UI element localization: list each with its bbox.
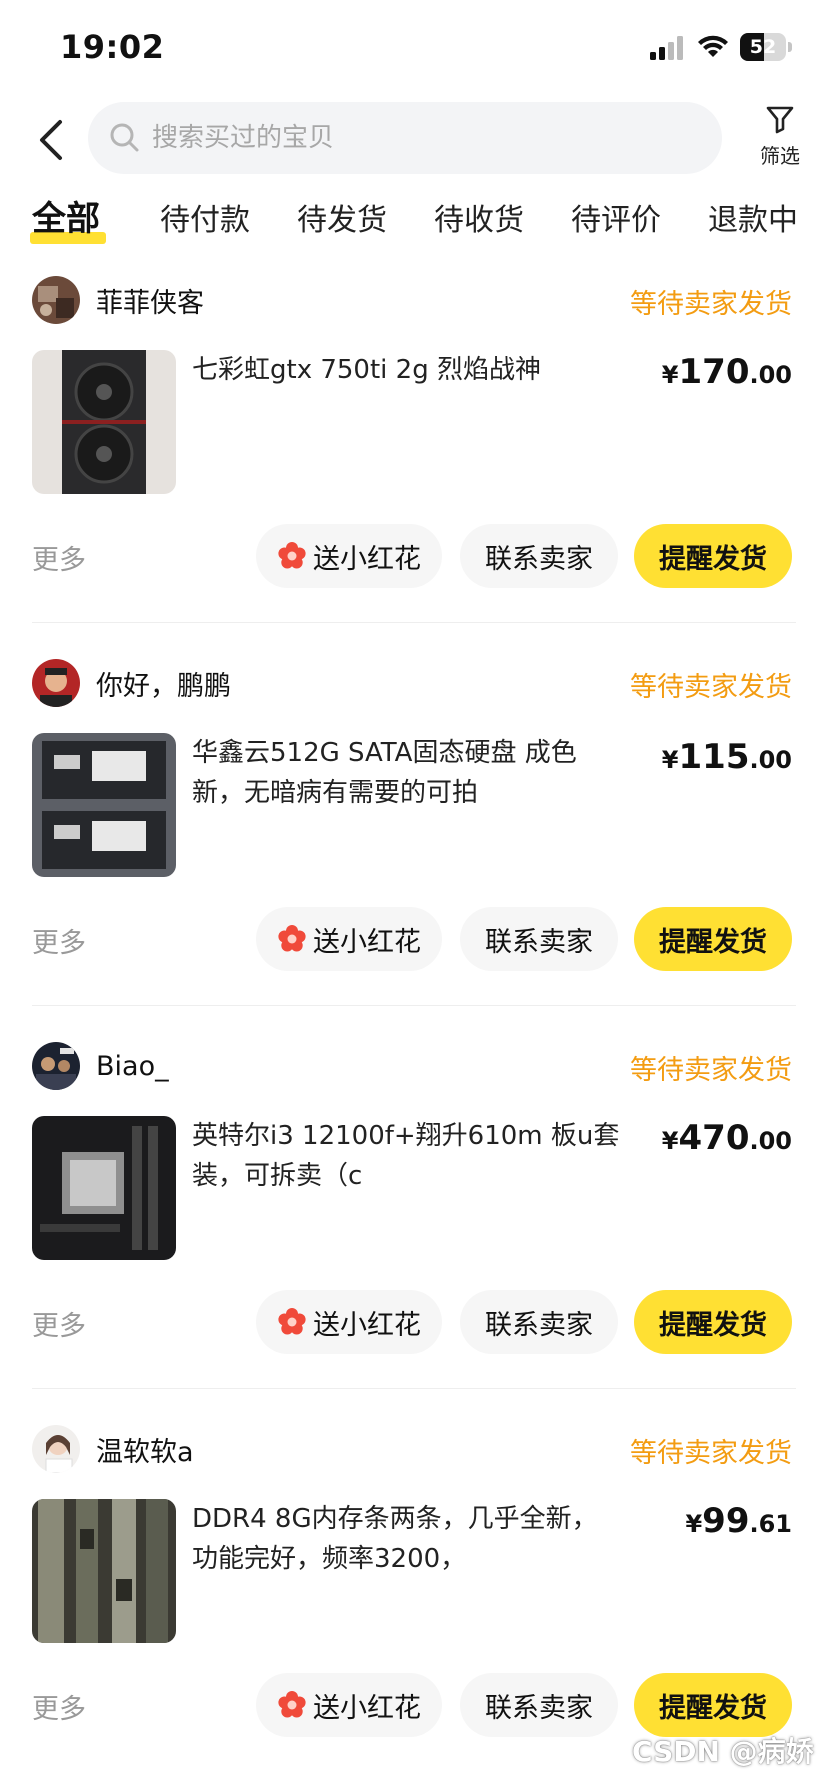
product-title[interactable]: 华鑫云512G SATA固态硬盘 成色新，无暗病有需要的可拍: [192, 733, 622, 813]
send-flower-button[interactable]: 送小红花: [256, 907, 442, 971]
price-decimal: .61: [749, 1510, 792, 1538]
chevron-left-icon: [40, 120, 62, 160]
price-currency: ¥: [661, 1127, 679, 1155]
contact-seller-button[interactable]: 联系卖家: [460, 524, 618, 588]
price-integer: 170: [678, 352, 750, 392]
tab-pending-shipment[interactable]: 待发货: [297, 196, 387, 246]
order-card[interactable]: 你好，鹏鹏 等待卖家发货 华鑫云512G SATA固态硬盘 成色新，无暗病有需要…: [0, 653, 828, 1036]
flower-icon: [278, 925, 306, 952]
battery-level: 52: [749, 36, 777, 58]
contact-seller-button[interactable]: 联系卖家: [460, 1673, 618, 1737]
seller-avatar: [32, 659, 80, 707]
more-link[interactable]: 更多: [32, 1687, 86, 1726]
divider: [32, 1005, 796, 1006]
product-title[interactable]: DDR4 8G内存条两条，几乎全新，功能完好，频率3200，: [192, 1499, 622, 1579]
seller-name: 你好，鹏鹏: [96, 670, 231, 702]
cellular-signal-icon: [650, 36, 683, 60]
tab-pending-receipt[interactable]: 待收货: [434, 196, 524, 246]
price-currency: ¥: [685, 1510, 703, 1538]
price-integer: 470: [678, 1118, 750, 1158]
seller-row[interactable]: Biao_: [32, 1042, 169, 1090]
order-card[interactable]: Biao_ 等待卖家发货 英特尔i3 12100f+翔升610m 板u套装，可拆…: [0, 1036, 828, 1419]
send-flower-label: 送小红花: [313, 1309, 421, 1341]
divider: [32, 1388, 796, 1389]
price-integer: 99: [702, 1501, 750, 1541]
product-thumbnail[interactable]: [32, 733, 176, 877]
more-link[interactable]: 更多: [32, 921, 86, 960]
search-bar[interactable]: [88, 102, 722, 174]
filter-button[interactable]: 筛选: [748, 104, 812, 178]
filter-label: 筛选: [760, 144, 800, 168]
status-bar: 19:02 52: [0, 0, 828, 92]
product-price: ¥99.61: [685, 1501, 792, 1541]
product-thumbnail[interactable]: [32, 1499, 176, 1643]
tab-pending-review[interactable]: 待评价: [571, 196, 661, 246]
watermark: CSDN @病娇: [632, 1735, 814, 1768]
seller-row[interactable]: 菲菲侠客: [32, 276, 204, 324]
product-title[interactable]: 英特尔i3 12100f+翔升610m 板u套装，可拆卖（c: [192, 1116, 622, 1196]
seller-row[interactable]: 温软软a: [32, 1425, 194, 1473]
tab-pending-payment[interactable]: 待付款: [160, 196, 250, 246]
filter-icon: [766, 106, 794, 134]
product-price: ¥170.00: [662, 352, 792, 392]
send-flower-button[interactable]: 送小红花: [256, 1290, 442, 1354]
send-flower-label: 送小红花: [313, 926, 421, 958]
flower-icon: [278, 1308, 306, 1335]
more-link[interactable]: 更多: [32, 1304, 86, 1343]
battery-indicator: 52: [740, 33, 792, 61]
back-button[interactable]: [30, 110, 70, 170]
send-flower-button[interactable]: 送小红花: [256, 1673, 442, 1737]
tab-all[interactable]: 全部: [32, 194, 100, 244]
seller-row[interactable]: 你好，鹏鹏: [32, 659, 231, 707]
header: 筛选: [0, 100, 828, 180]
flower-icon: [278, 542, 306, 569]
product-price: ¥470.00: [662, 1118, 792, 1158]
tab-refunding[interactable]: 退款中: [708, 196, 798, 246]
price-decimal: .00: [749, 361, 792, 389]
remind-shipment-button[interactable]: 提醒发货: [634, 1673, 792, 1737]
price-decimal: .00: [749, 746, 792, 774]
order-card[interactable]: 菲菲侠客 等待卖家发货 七彩虹gtx 750ti 2g 烈焰战神 ¥170.00…: [0, 270, 828, 653]
search-input[interactable]: [152, 123, 672, 153]
seller-avatar: [32, 1042, 80, 1090]
divider: [32, 622, 796, 623]
status-time: 19:02: [60, 28, 165, 66]
order-status: 等待卖家发货: [630, 289, 792, 320]
search-icon: [110, 123, 139, 152]
order-tabs: 全部 待付款 待发货 待收货 待评价 退款中: [0, 196, 828, 256]
send-flower-label: 送小红花: [313, 1692, 421, 1724]
order-list: 菲菲侠客 等待卖家发货 七彩虹gtx 750ti 2g 烈焰战神 ¥170.00…: [0, 270, 828, 1792]
price-decimal: .00: [749, 1127, 792, 1155]
product-title[interactable]: 七彩虹gtx 750ti 2g 烈焰战神: [192, 350, 622, 390]
remind-shipment-button[interactable]: 提醒发货: [634, 1290, 792, 1354]
seller-name: 菲菲侠客: [96, 287, 204, 319]
more-link[interactable]: 更多: [32, 538, 86, 577]
send-flower-label: 送小红花: [313, 543, 421, 575]
price-currency: ¥: [661, 746, 679, 774]
price-integer: 115: [678, 737, 750, 777]
order-status: 等待卖家发货: [630, 1438, 792, 1469]
order-status: 等待卖家发货: [630, 1055, 792, 1086]
order-status: 等待卖家发货: [630, 672, 792, 703]
flower-icon: [278, 1691, 306, 1718]
seller-avatar: [32, 1425, 80, 1473]
contact-seller-button[interactable]: 联系卖家: [460, 907, 618, 971]
remind-shipment-button[interactable]: 提醒发货: [634, 907, 792, 971]
seller-name: 温软软a: [96, 1436, 194, 1468]
wifi-icon: [698, 35, 728, 57]
product-thumbnail[interactable]: [32, 1116, 176, 1260]
product-thumbnail[interactable]: [32, 350, 176, 494]
product-price: ¥115.00: [662, 737, 792, 777]
contact-seller-button[interactable]: 联系卖家: [460, 1290, 618, 1354]
seller-name: Biao_: [96, 1050, 169, 1082]
remind-shipment-button[interactable]: 提醒发货: [634, 524, 792, 588]
price-currency: ¥: [661, 361, 679, 389]
seller-avatar: [32, 276, 80, 324]
send-flower-button[interactable]: 送小红花: [256, 524, 442, 588]
